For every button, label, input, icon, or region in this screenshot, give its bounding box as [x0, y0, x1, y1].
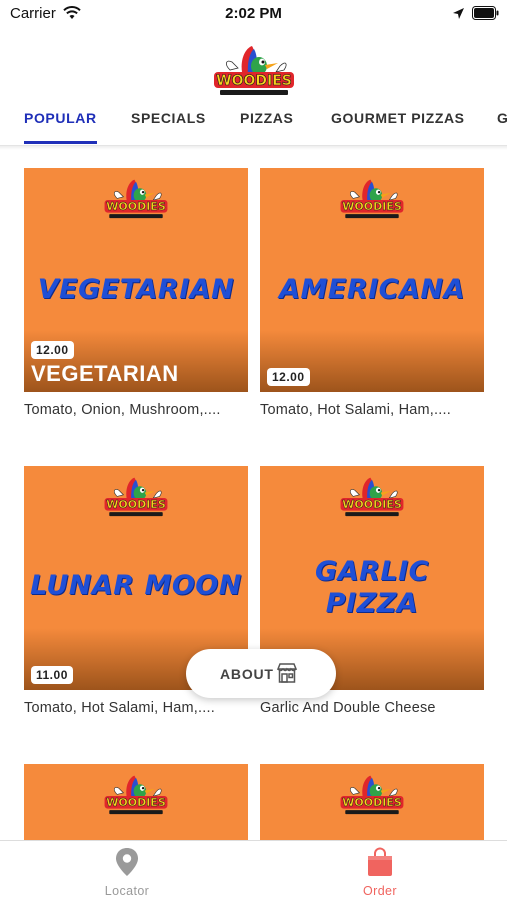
price-badge: 12.00	[31, 341, 74, 359]
location-arrow-icon	[452, 7, 465, 25]
store-icon	[276, 662, 298, 689]
price-badge: 11.00	[31, 666, 73, 684]
tab-partial[interactable]: G	[497, 110, 507, 144]
product-art-text: AMERICANA	[279, 274, 465, 305]
product-card-partial[interactable]	[24, 764, 248, 840]
product-art-text: LUNAR MOON	[30, 570, 242, 601]
woodies-logo	[98, 476, 174, 520]
product-art-text-line2: PIZZA	[325, 588, 419, 619]
nav-order[interactable]: Order	[320, 847, 440, 898]
woodies-logo	[212, 44, 296, 100]
price-badge: 12.00	[267, 368, 310, 386]
tab-popular[interactable]: POPULAR	[24, 110, 97, 144]
product-card-vegetarian[interactable]: VEGETARIAN 12.00 VEGETARIAN Tomato, Onio…	[24, 168, 248, 418]
tab-pizzas[interactable]: PIZZAS	[240, 110, 293, 144]
nav-label: Order	[363, 884, 397, 898]
status-bar: Carrier 2:02 PM	[0, 0, 507, 30]
product-description: Tomato, Hot Salami, Ham,....	[24, 700, 215, 716]
battery-icon	[472, 6, 500, 25]
tab-specials[interactable]: SPECIALS	[131, 110, 206, 144]
product-image	[260, 764, 484, 840]
tab-label: PIZZAS	[240, 110, 294, 126]
shopping-bag-icon	[368, 847, 392, 876]
product-card-partial[interactable]	[260, 764, 484, 840]
woodies-logo	[98, 774, 174, 818]
product-card-americana[interactable]: AMERICANA 12.00 Tomato, Hot Salami, Ham,…	[260, 168, 484, 418]
product-art-text: VEGETARIAN	[37, 274, 235, 305]
woodies-logo	[334, 774, 410, 818]
product-image	[24, 764, 248, 840]
woodies-logo	[334, 476, 410, 520]
tabs-divider	[0, 146, 507, 150]
nav-locator[interactable]: Locator	[67, 847, 187, 898]
tab-label: POPULAR	[24, 110, 97, 126]
product-description: Tomato, Onion, Mushroom,....	[24, 402, 221, 418]
product-image: AMERICANA 12.00	[260, 168, 484, 392]
category-tabs: POPULAR SPECIALS PIZZAS GOURMET PIZZAS G	[0, 104, 507, 146]
about-button[interactable]: ABOUT	[186, 649, 336, 698]
tab-label: SPECIALS	[131, 110, 206, 126]
map-pin-icon	[116, 848, 138, 876]
product-description: Garlic And Double Cheese	[260, 700, 436, 716]
product-description: Tomato, Hot Salami, Ham,....	[260, 402, 451, 418]
bottom-nav: Locator Order	[0, 840, 507, 900]
tab-gourmet-pizzas[interactable]: GOURMET PIZZAS	[331, 110, 465, 144]
woodies-logo	[98, 178, 174, 222]
woodies-logo	[334, 178, 410, 222]
product-art-text-line1: GARLIC	[315, 556, 429, 587]
tab-label: G	[497, 110, 507, 126]
tab-label: GOURMET PIZZAS	[331, 110, 465, 126]
about-label: ABOUT	[220, 666, 274, 682]
product-image: VEGETARIAN 12.00 VEGETARIAN	[24, 168, 248, 392]
product-name-overlay: VEGETARIAN	[31, 361, 179, 386]
nav-label: Locator	[104, 884, 150, 898]
active-tab-indicator	[24, 141, 97, 144]
status-time: 2:02 PM	[225, 5, 282, 22]
